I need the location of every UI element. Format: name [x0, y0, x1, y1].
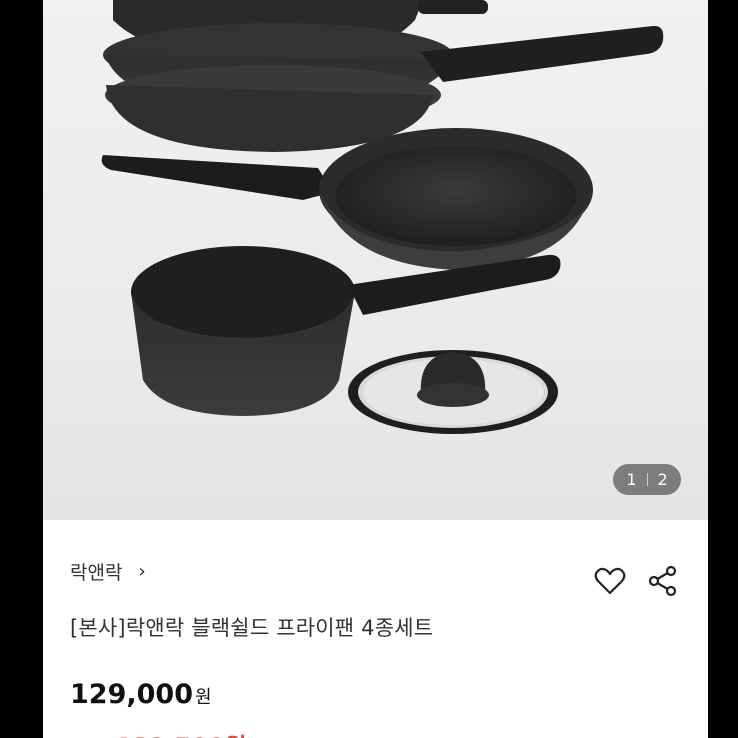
share-button[interactable] — [645, 563, 681, 599]
product-image — [101, 0, 664, 434]
share-icon — [648, 565, 677, 597]
price-value: 129,000 — [70, 679, 193, 710]
price-unit: 원 — [194, 687, 212, 708]
chevron-right-icon: › — [138, 561, 146, 582]
wishlist-button[interactable] — [592, 563, 628, 599]
image-pager: 1 2 — [613, 464, 681, 495]
brand-name: 락앤락 — [70, 562, 123, 584]
product-page: 1 2 락앤락 › [본사]락앤락 블랙쉴드 프라이팬 4종세트 129,000… — [43, 0, 708, 738]
product-image-gallery[interactable]: 1 2 — [43, 0, 708, 520]
pager-total: 2 — [657, 470, 668, 489]
pager-current: 1 — [626, 470, 637, 489]
heart-icon — [594, 567, 626, 595]
compare-price-value: 189,500원 — [115, 727, 246, 738]
sale-price: 129,000 원 — [70, 679, 212, 710]
compare-price: 정가 189,500원 — [70, 727, 246, 738]
pager-separator — [646, 473, 648, 486]
brand-link[interactable]: 락앤락 › — [70, 558, 146, 585]
product-title: [본사]락앤락 블랙쉴드 프라이팬 4종세트 — [70, 616, 434, 640]
